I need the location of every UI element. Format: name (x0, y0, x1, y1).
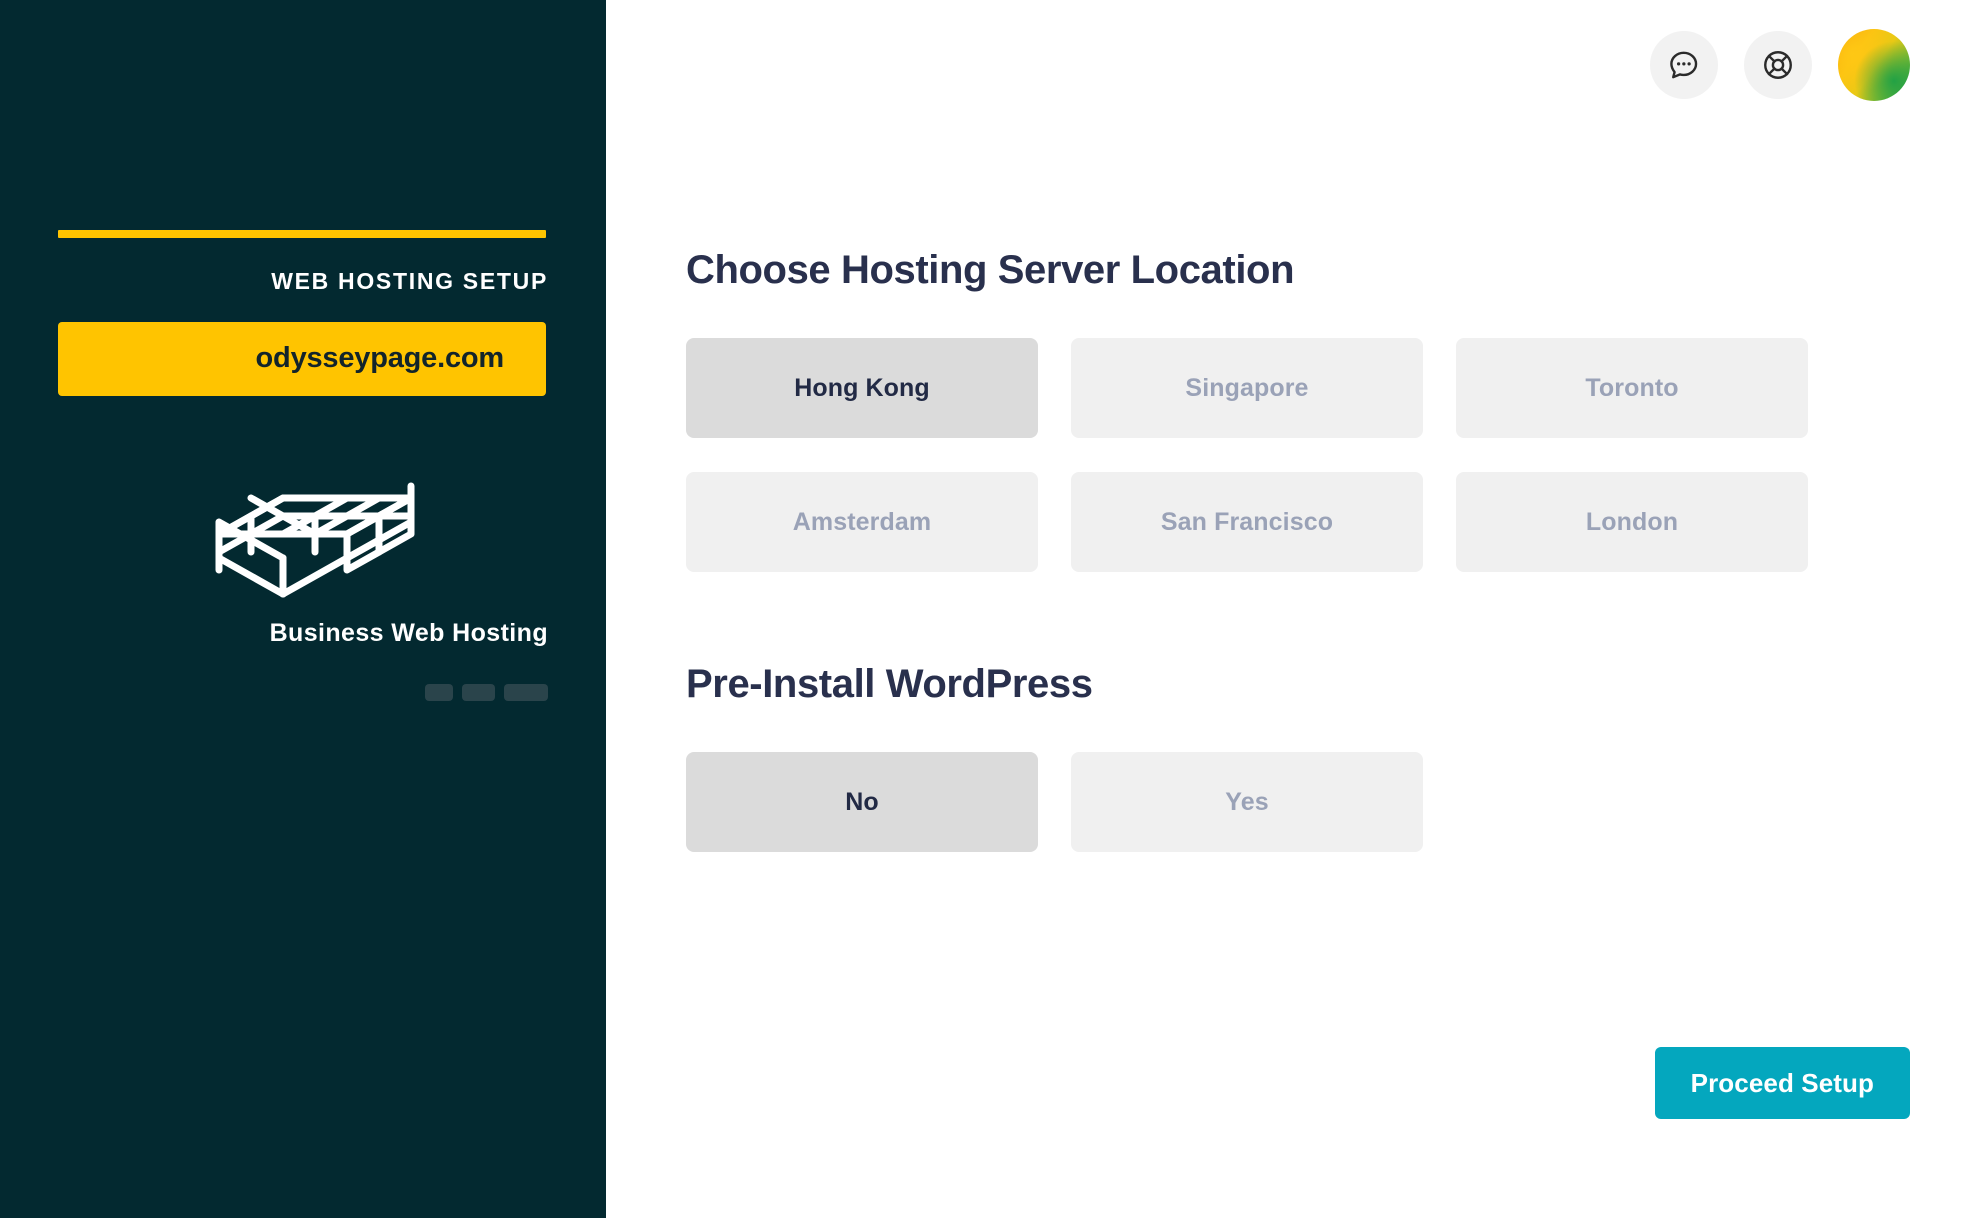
wordpress-option-no[interactable]: No (686, 752, 1038, 852)
server-location-heading: Choose Hosting Server Location (686, 248, 1295, 292)
domain-name-label: odysseypage.com (255, 342, 505, 375)
accent-divider (58, 230, 546, 238)
plan-name-label: Business Web Hosting (269, 618, 548, 647)
location-option-san-francisco[interactable]: San Francisco (1071, 472, 1423, 572)
chat-button[interactable] (1650, 31, 1718, 99)
web-hosting-setup-page: WEB HOSTING SETUP odysseypage.com Busine… (0, 0, 1967, 1218)
server-location-options: Hong Kong Singapore Toronto Amsterdam Sa… (686, 338, 1910, 572)
sidebar-content: WEB HOSTING SETUP odysseypage.com Busine… (58, 230, 548, 701)
isometric-server-blocks-icon (58, 450, 548, 605)
location-option-amsterdam[interactable]: Amsterdam (686, 472, 1038, 572)
main-panel: Choose Hosting Server Location Hong Kong… (606, 0, 1967, 1218)
topbar (1650, 0, 1967, 130)
proceed-setup-button[interactable]: Proceed Setup (1654, 1047, 1910, 1119)
progress-segment-1 (425, 683, 453, 701)
preinstall-wordpress-options: No Yes (686, 752, 1910, 852)
preinstall-wordpress-heading: Pre-Install WordPress (686, 662, 1093, 706)
avatar[interactable] (1838, 29, 1910, 101)
lifebuoy-icon (1761, 48, 1795, 82)
proceed-action-area: Proceed Setup (1654, 1047, 1910, 1119)
wordpress-option-yes[interactable]: Yes (1071, 752, 1423, 852)
setup-form: Choose Hosting Server Location Hong Kong… (686, 248, 1910, 852)
location-option-toronto[interactable]: Toronto (1456, 338, 1808, 438)
progress-segment-2 (462, 683, 495, 701)
setup-progress-indicator (58, 683, 548, 701)
domain-chip[interactable]: odysseypage.com (58, 321, 546, 396)
support-button[interactable] (1744, 31, 1812, 99)
sidebar-eyebrow-title: WEB HOSTING SETUP (271, 268, 548, 294)
location-option-london[interactable]: London (1456, 472, 1808, 572)
location-option-hong-kong[interactable]: Hong Kong (686, 338, 1038, 438)
progress-segment-3 (504, 683, 548, 701)
location-option-singapore[interactable]: Singapore (1071, 338, 1423, 438)
chat-bubble-icon (1667, 48, 1701, 82)
sidebar: WEB HOSTING SETUP odysseypage.com Busine… (0, 0, 606, 1218)
